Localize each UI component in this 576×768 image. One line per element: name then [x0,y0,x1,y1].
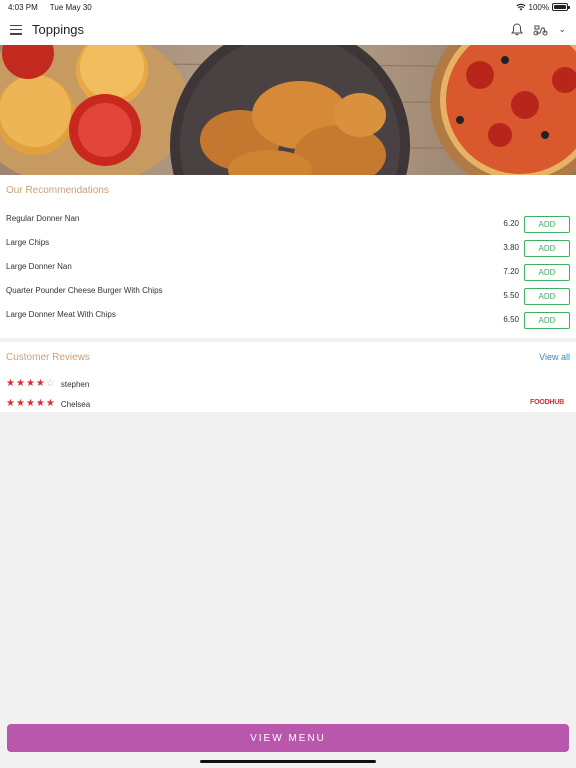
star-icon: ★ [25,378,35,389]
hero-banner [0,45,576,175]
star-icon: ★ [15,378,25,389]
reviews-title: Customer Reviews [6,352,90,363]
item-name: Regular Donner Nan [6,214,80,223]
star-icon: ★ [15,398,25,409]
item-price: 6.20 [503,219,519,228]
star-icon: ★ [6,398,15,409]
list-item: Large Donner Meat With Chips 6.50 ADD [0,310,576,330]
star-outline-icon: ☆ [45,378,55,389]
battery-icon [552,3,570,11]
recommendations-section: Our Recommendations Regular Donner Nan 6… [0,175,576,338]
reviewer-name: Chelsea [60,399,91,409]
status-right: 100% [515,2,570,12]
add-button[interactable]: ADD [524,240,570,257]
bell-icon[interactable] [511,23,524,36]
item-price: 5.50 [503,291,519,300]
battery-percent: 100% [528,2,549,12]
review-row: ★ ★ ★ ★ ★ Chelsea [6,398,90,410]
status-bar: 4:03 PM Tue May 30 100% [0,0,576,14]
page-title: Toppings [32,22,85,37]
item-price: 3.80 [503,243,519,252]
home-indicator [200,760,376,763]
list-item: Regular Donner Nan 6.20 ADD [0,214,576,234]
star-rating: ★ ★ ★ ★ ★ [6,399,55,409]
scooter-icon[interactable] [533,24,548,36]
chevron-down-icon[interactable]: ⌄ [558,24,566,35]
star-icon: ★ [35,398,45,409]
review-row: ★ ★ ★ ★ ☆ stephen [6,378,89,390]
star-icon: ★ [25,398,35,409]
star-rating: ★ ★ ★ ★ ☆ [6,379,55,389]
view-menu-button[interactable]: VIEW MENU [7,724,569,752]
add-button[interactable]: ADD [524,312,570,329]
status-date: Tue May 30 [49,2,92,12]
item-name: Large Donner Meat With Chips [6,310,116,319]
star-icon: ★ [45,398,55,409]
add-button[interactable]: ADD [524,216,570,233]
reviewer-name: stephen [60,379,90,389]
item-price: 6.50 [503,315,519,324]
list-item: Large Chips 3.80 ADD [0,238,576,258]
item-price: 7.20 [503,267,519,276]
status-time: 4:03 PM [8,2,38,12]
item-name: Large Chips [6,238,50,247]
add-button[interactable]: ADD [524,264,570,281]
item-name: Quarter Pounder Cheese Burger With Chips [6,286,163,295]
list-item: Quarter Pounder Cheese Burger With Chips… [0,286,576,306]
star-icon: ★ [35,378,45,389]
list-item: Large Donner Nan 7.20 ADD [0,262,576,282]
foodhub-logo: FOODHUB [530,399,564,406]
view-all-link[interactable]: View all [539,352,570,362]
wifi-icon [515,3,526,11]
item-name: Large Donner Nan [6,262,72,271]
recommendations-title: Our Recommendations [6,185,109,196]
star-icon: ★ [6,378,15,389]
add-button[interactable]: ADD [524,288,570,305]
app-header: Toppings ⌄ [0,14,576,45]
header-actions: ⌄ [511,23,566,36]
reviews-section: Customer Reviews View all ★ ★ ★ ★ ☆ step… [0,342,576,412]
menu-icon[interactable] [10,24,22,35]
